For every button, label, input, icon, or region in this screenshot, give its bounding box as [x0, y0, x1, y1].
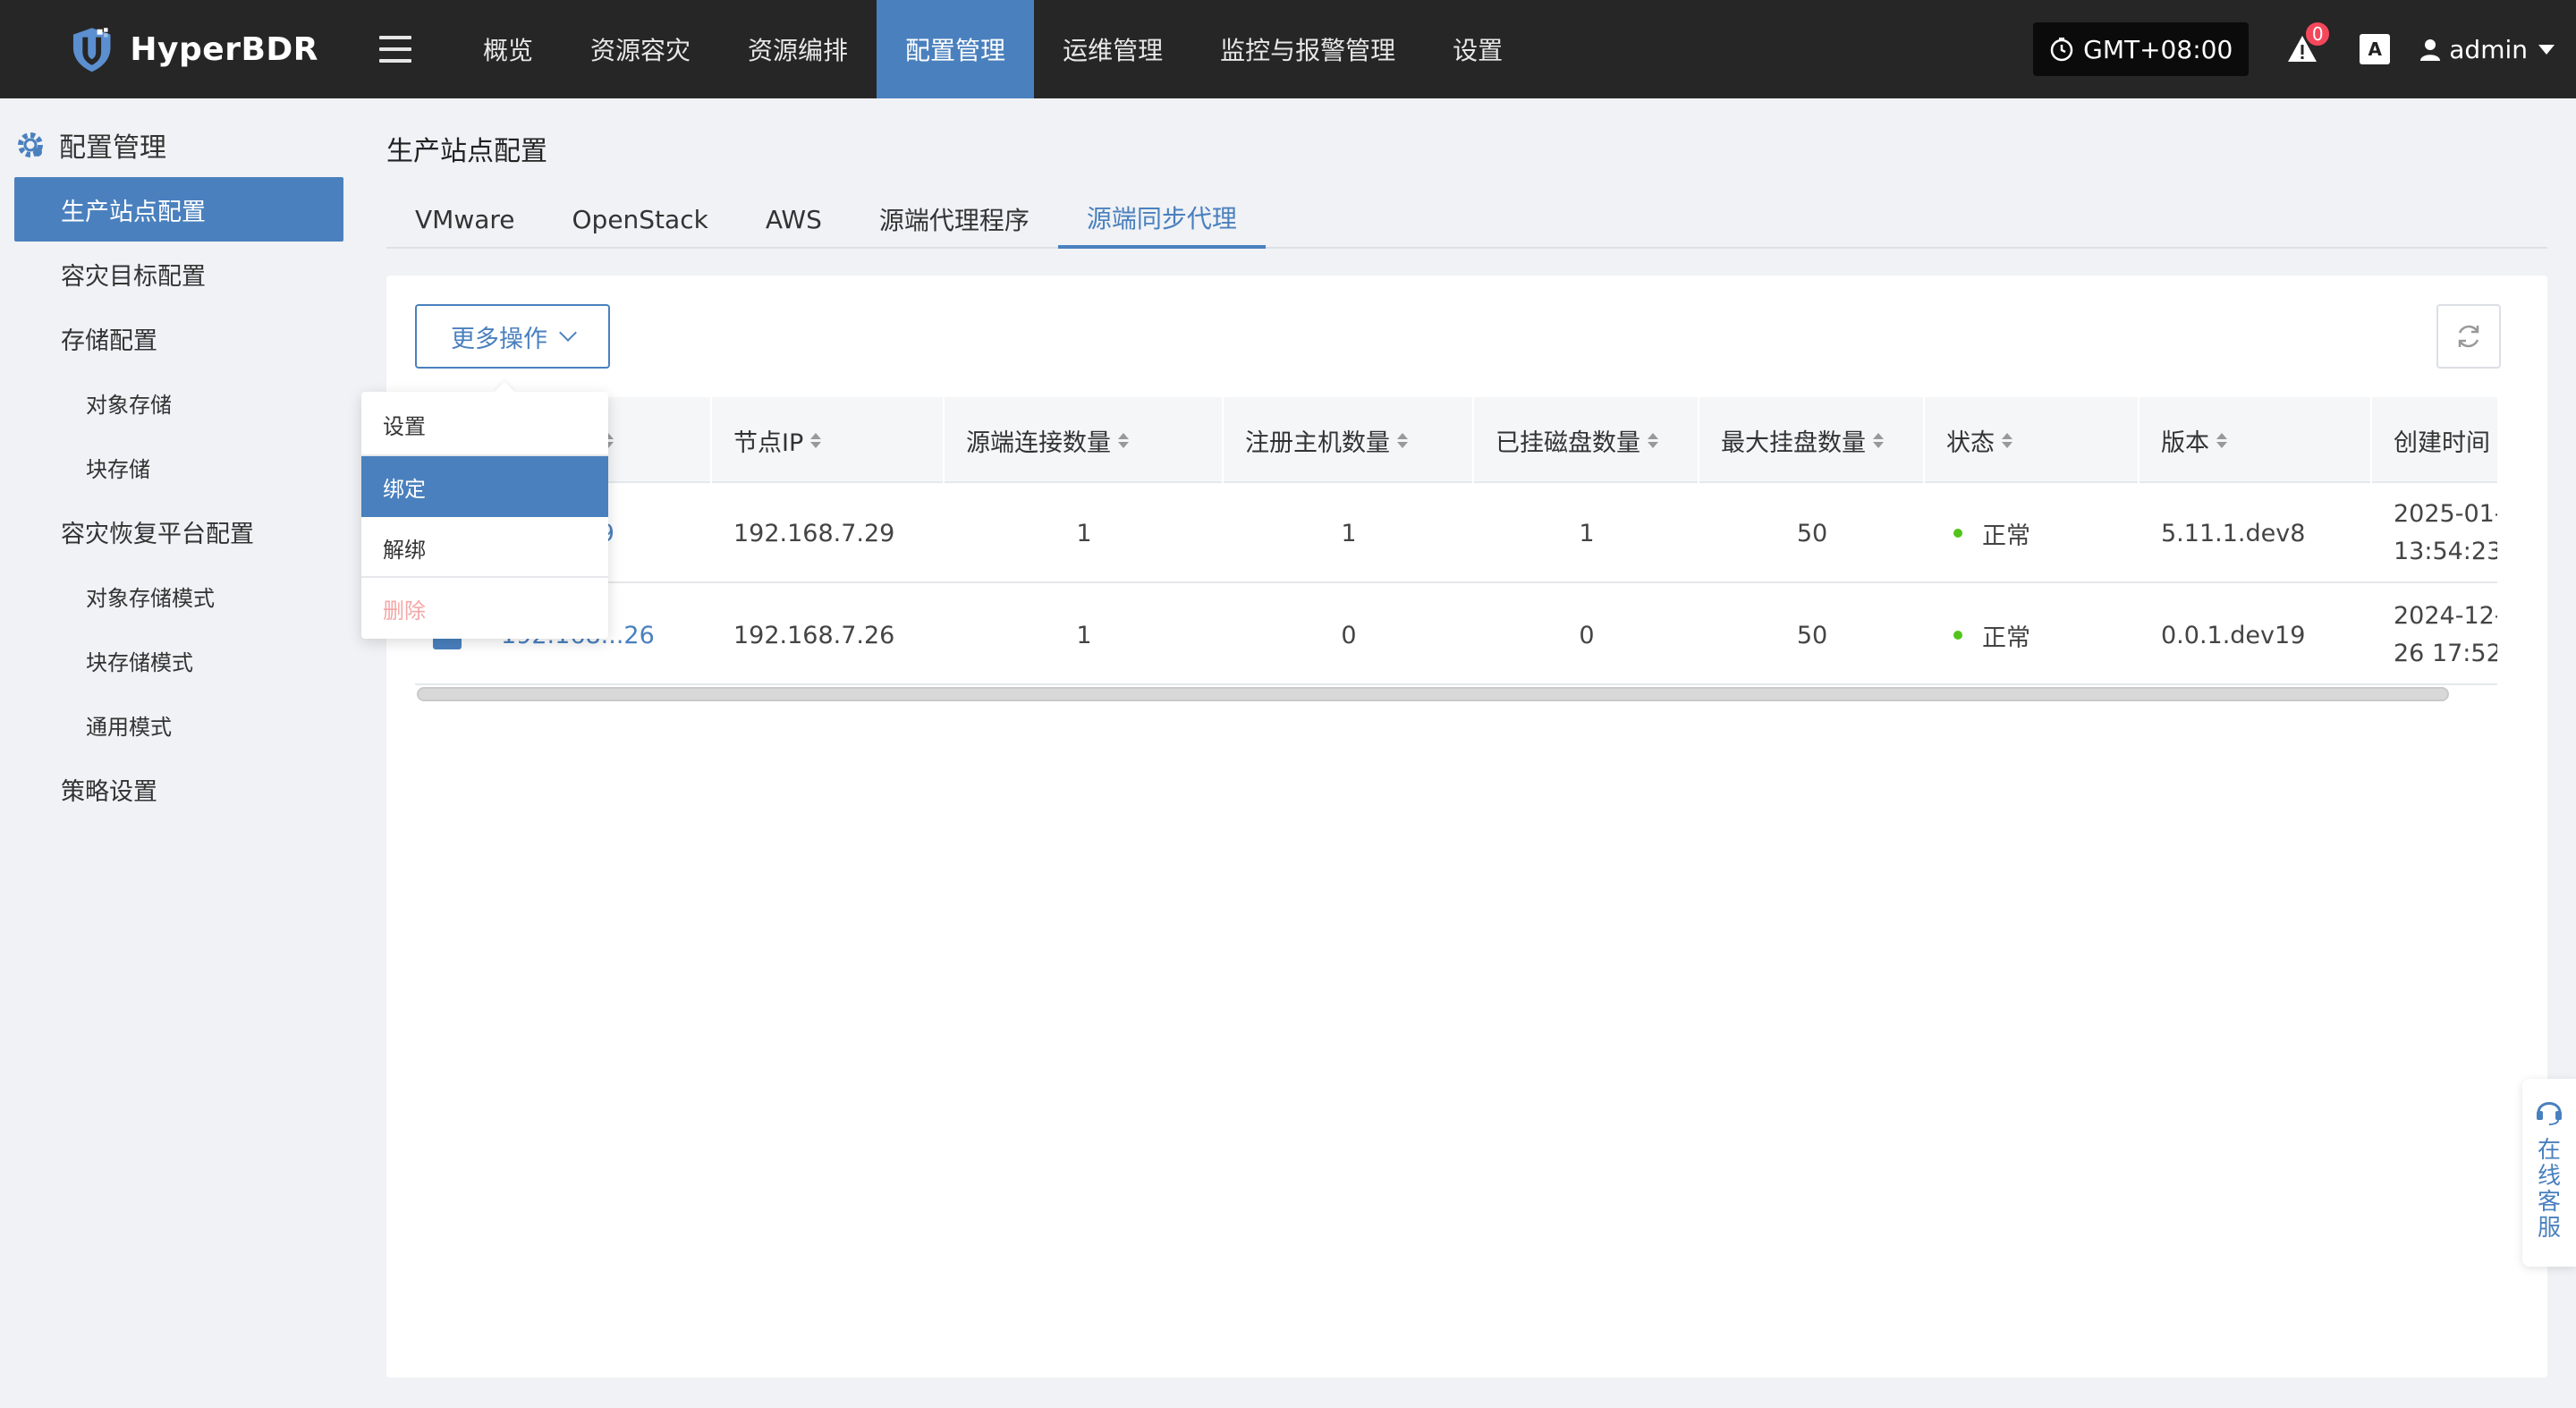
row-node-ip: 192.168.7.26: [733, 621, 895, 649]
nav-settings[interactable]: 设置: [1424, 0, 1531, 98]
sidebar-item-storage[interactable]: 存储配置: [14, 306, 343, 370]
online-service-label: 在线客服: [2538, 1137, 2562, 1242]
menu-toggle-icon[interactable]: [379, 33, 411, 65]
sort-icon: [2002, 432, 2012, 448]
sidebar-item-object-storage-mode[interactable]: 对象存储模式: [14, 564, 343, 628]
headset-icon: [2537, 1102, 2562, 1125]
row-created-time: 2024-12-26 17:52:: [2394, 602, 2497, 667]
more-actions-label: 更多操作: [451, 325, 547, 353]
status-ok-dot: [1953, 529, 1962, 538]
table-header: 节点IP 源端连接数量 注册主机数量 已挂磁盘数量 最大挂盘数量 状态 版本 创…: [415, 397, 2497, 483]
row-max-disks: 50: [1796, 621, 1828, 649]
sidebar-item-object-storage[interactable]: 对象存储: [14, 370, 343, 435]
shield-logo-icon: [72, 28, 111, 72]
nav-monitoring-alerts[interactable]: 监控与报警管理: [1191, 0, 1424, 98]
gear-icon: [18, 132, 43, 157]
tab-aws[interactable]: AWS: [737, 190, 851, 249]
row-mounted-disks: 1: [1579, 519, 1595, 547]
refresh-button[interactable]: [2436, 304, 2501, 369]
sidebar-title: 配置管理: [59, 132, 166, 164]
column-version[interactable]: 版本: [2140, 397, 2372, 483]
chevron-down-icon: [2538, 44, 2555, 55]
row-version: 0.0.1.dev19: [2161, 621, 2306, 649]
table-row[interactable]: 192.168...26 192.168.7.26 1 0 0 50 正常 0.…: [415, 585, 2497, 685]
tab-openstack[interactable]: OpenStack: [544, 190, 737, 249]
row-created-time: 2025-01-13:54:23: [2394, 500, 2497, 565]
menu-item-unbind[interactable]: 解绑: [361, 517, 608, 578]
row-status: 正常: [1953, 585, 2030, 685]
timezone-label: GMT+08:00: [2083, 34, 2233, 64]
sort-icon: [2216, 432, 2227, 448]
main-nav: 概览 资源容灾 资源编排 配置管理 运维管理 监控与报警管理 设置: [454, 0, 1531, 98]
more-actions-dropdown: 设置 绑定 解绑 删除: [361, 392, 608, 639]
horizontal-scrollbar[interactable]: [417, 687, 2449, 701]
chevron-down-icon: [559, 324, 577, 342]
sidebar-item-policy-settings[interactable]: 策略设置: [14, 757, 343, 821]
clock-icon: [2050, 38, 2073, 62]
row-max-disks: 50: [1796, 519, 1828, 547]
column-created-time[interactable]: 创建时间: [2372, 397, 2497, 483]
menu-item-settings[interactable]: 设置: [361, 394, 608, 454]
status-ok-dot: [1953, 631, 1962, 640]
top-navbar: HyperBDR 概览 资源容灾 资源编排 配置管理 运维管理 监控与报警管理 …: [0, 0, 2576, 98]
top-right-tools: GMT+08:00 0 A admin: [2033, 0, 2555, 98]
more-actions-button[interactable]: 更多操作: [415, 304, 610, 369]
user-menu[interactable]: admin: [2419, 35, 2555, 64]
online-service-button[interactable]: 在线客服: [2522, 1079, 2576, 1267]
row-version: 5.11.1.dev8: [2161, 519, 2306, 547]
table-row[interactable]: .29 192.168.7.29 1 1 1 50 正常 5.11.1.dev8…: [415, 483, 2497, 583]
sort-icon: [810, 432, 822, 448]
column-source-connections[interactable]: 源端连接数量: [945, 397, 1224, 483]
sidebar-item-block-storage-mode[interactable]: 块存储模式: [14, 628, 343, 692]
column-mounted-disks[interactable]: 已挂磁盘数量: [1474, 397, 1699, 483]
column-status[interactable]: 状态: [1925, 397, 2140, 483]
menu-item-delete: 删除: [383, 598, 426, 623]
row-status: 正常: [1953, 483, 2030, 583]
row-source-connections: 1: [1076, 519, 1092, 547]
proxy-table: 节点IP 源端连接数量 注册主机数量 已挂磁盘数量 最大挂盘数量 状态 版本 创…: [415, 397, 2497, 685]
nav-overview[interactable]: 概览: [454, 0, 562, 98]
sort-icon: [1118, 432, 1129, 448]
language-switch-icon[interactable]: A: [2360, 34, 2391, 64]
app-name: HyperBDR: [130, 30, 318, 68]
column-max-disks[interactable]: 最大挂盘数量: [1699, 397, 1925, 483]
sidebar-item-generic-mode[interactable]: 通用模式: [14, 692, 343, 757]
row-registered-hosts: 1: [1341, 519, 1357, 547]
nav-resource-dr[interactable]: 资源容灾: [562, 0, 719, 98]
tab-source-sync-proxy[interactable]: 源端同步代理: [1057, 190, 1266, 249]
refresh-icon: [2458, 325, 2479, 348]
nav-resource-orchestration[interactable]: 资源编排: [719, 0, 877, 98]
app-logo[interactable]: HyperBDR: [68, 17, 318, 81]
username: admin: [2449, 34, 2528, 64]
sort-icon: [1397, 432, 1408, 448]
page-title: 生产站点配置: [386, 136, 547, 167]
menu-item-bind[interactable]: 绑定: [361, 456, 608, 517]
tab-source-agent[interactable]: 源端代理程序: [851, 190, 1058, 249]
sidebar-item-block-storage[interactable]: 块存储: [14, 435, 343, 499]
alerts-button[interactable]: 0: [2286, 21, 2332, 65]
sidebar-item-dr-target[interactable]: 容灾目标配置: [14, 242, 343, 306]
sidebar-header: 配置管理: [0, 116, 358, 174]
sort-icon: [1873, 432, 1884, 448]
row-source-connections: 1: [1076, 621, 1092, 649]
sidebar-item-recovery-platform[interactable]: 容灾恢复平台配置: [14, 499, 343, 564]
user-icon: [2420, 39, 2441, 61]
alert-count-badge: 0: [2304, 21, 2332, 47]
nav-config-management[interactable]: 配置管理: [877, 0, 1035, 98]
sidebar-item-production-site[interactable]: 生产站点配置: [14, 177, 343, 242]
row-mounted-disks: 0: [1579, 621, 1595, 649]
column-registered-hosts[interactable]: 注册主机数量: [1224, 397, 1474, 483]
tab-vmware[interactable]: VMware: [386, 190, 544, 249]
timezone-display[interactable]: GMT+08:00: [2033, 22, 2250, 76]
sort-icon: [1648, 432, 1658, 448]
site-tabs: VMware OpenStack AWS 源端代理程序 源端同步代理: [386, 190, 2547, 249]
row-registered-hosts: 0: [1341, 621, 1357, 649]
nav-ops-management[interactable]: 运维管理: [1034, 0, 1191, 98]
column-node-ip[interactable]: 节点IP: [712, 397, 945, 483]
row-node-ip: 192.168.7.29: [733, 519, 895, 547]
